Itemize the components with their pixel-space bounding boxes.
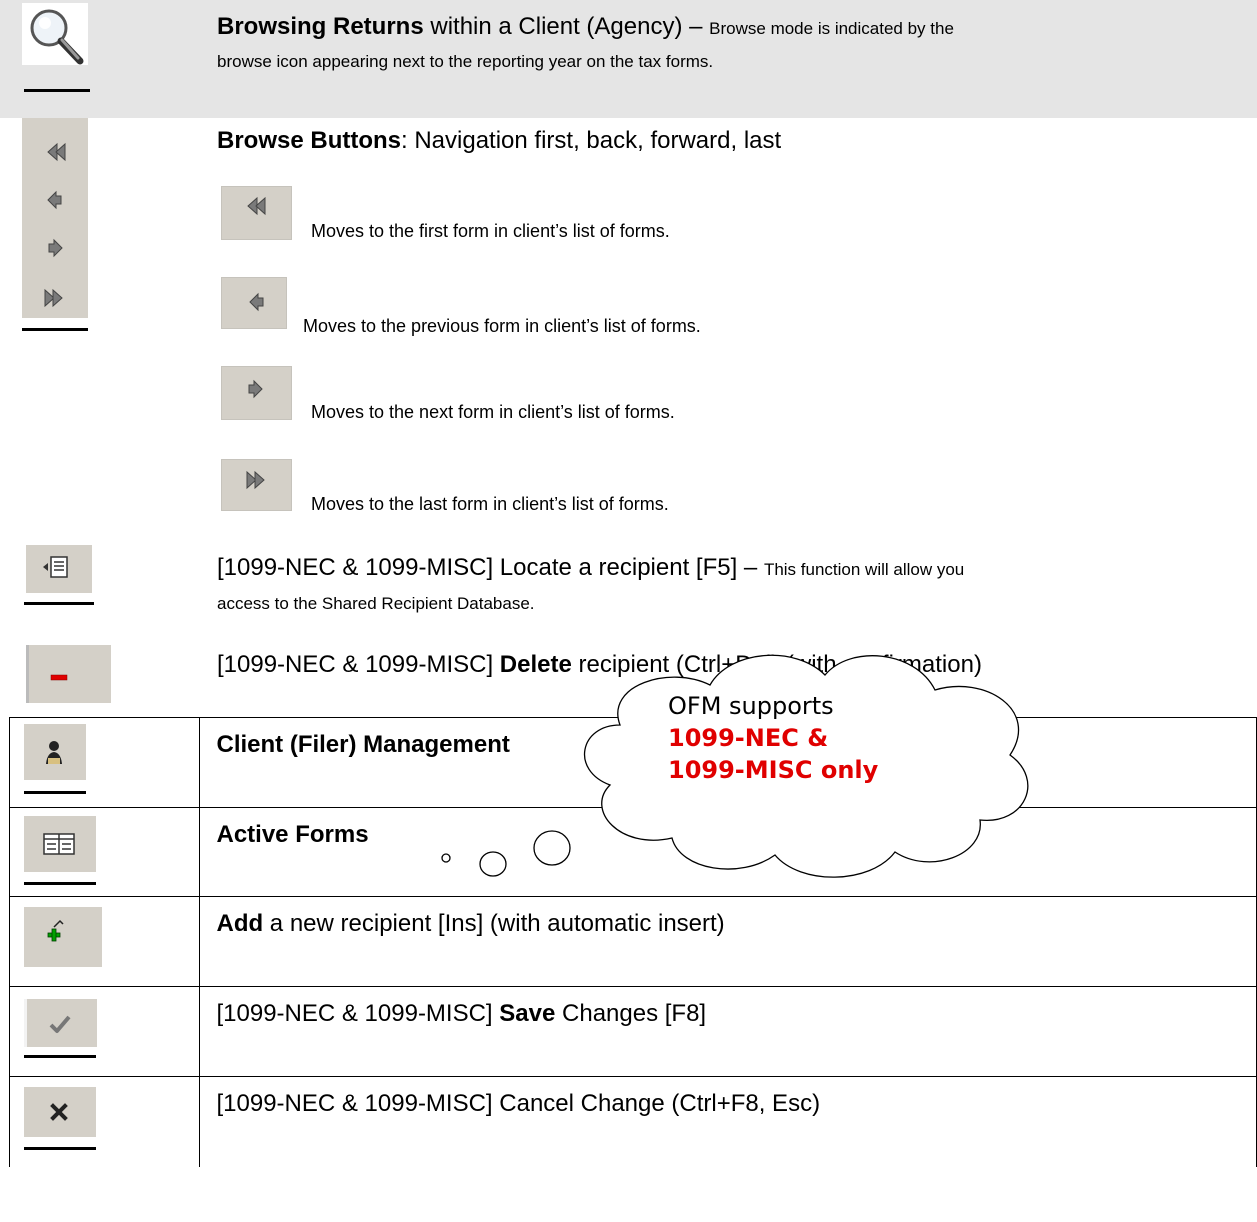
previous-icon bbox=[47, 190, 62, 210]
row-prefix: [1099-NEC & 1099-MISC] Cancel Change (Ct… bbox=[216, 1090, 821, 1117]
locate-recipient-icon bbox=[43, 556, 68, 578]
callout-text: OFM supports 1099-NEC & 1099-MISC only bbox=[668, 690, 878, 786]
browse-buttons-title-rest: : Navigation first, back, forward, last bbox=[401, 127, 782, 154]
icon-underline bbox=[24, 791, 86, 794]
last-button-description: Moves to the last form in client’s list … bbox=[311, 494, 669, 514]
active-forms-icon bbox=[43, 833, 75, 855]
icon-underline bbox=[22, 328, 88, 331]
icon-underline bbox=[24, 882, 96, 885]
table-icon-cell bbox=[8, 807, 201, 897]
table-icon-cell bbox=[8, 986, 201, 1077]
browse-title-bold: Browsing Returns bbox=[217, 13, 424, 40]
last-icon bbox=[44, 288, 63, 308]
check-icon bbox=[49, 1015, 71, 1033]
save-button[interactable] bbox=[24, 999, 97, 1047]
locate-line2: access to the Shared Recipient Database. bbox=[217, 594, 535, 613]
table-text-cell: [1099-NEC & 1099-MISC] Save Changes [F8] bbox=[199, 986, 1257, 1077]
browse-title: Browsing Returns within a Client (Agency… bbox=[217, 12, 954, 44]
first-button-description: Moves to the first form in client’s list… bbox=[311, 221, 670, 241]
table-icon-cell bbox=[8, 717, 201, 808]
locate-recipient-title: [1099-NEC & 1099-MISC] Locate a recipien… bbox=[217, 553, 964, 585]
first-icon bbox=[247, 196, 266, 216]
magnifier-icon[interactable] bbox=[22, 3, 88, 65]
table-text-cell: [1099-NEC & 1099-MISC] Cancel Change (Ct… bbox=[199, 1076, 1257, 1167]
icon-underline bbox=[24, 1055, 96, 1058]
locate-recipient-button[interactable] bbox=[26, 545, 92, 593]
minus-icon bbox=[50, 674, 68, 681]
table-row: Add a new recipient [Ins] (with automati… bbox=[8, 896, 1257, 987]
icon-underline bbox=[24, 602, 94, 605]
previous-button-description: Moves to the previous form in client’s l… bbox=[303, 316, 701, 336]
icon-underline bbox=[24, 89, 90, 92]
client-icon bbox=[46, 741, 62, 764]
previous-button[interactable] bbox=[221, 277, 287, 329]
callout-line3: 1099-MISC only bbox=[668, 756, 879, 784]
browse-buttons-stack bbox=[22, 118, 88, 318]
next-icon bbox=[248, 379, 263, 399]
first-button[interactable] bbox=[221, 186, 292, 240]
browse-buttons-title-bold: Browse Buttons bbox=[217, 127, 402, 154]
callout-line1: OFM supports bbox=[668, 692, 834, 720]
active-forms-button[interactable] bbox=[24, 816, 96, 872]
row-rest: a new recipient [Ins] (with automatic in… bbox=[263, 910, 725, 937]
table-icon-cell bbox=[8, 896, 201, 987]
callout-line2: 1099-NEC & bbox=[668, 724, 829, 752]
add-recipient-button[interactable] bbox=[24, 907, 102, 967]
browse-title-rest: within a Client (Agency) – bbox=[423, 13, 710, 40]
row-bold: Add bbox=[216, 910, 264, 937]
next-button[interactable] bbox=[221, 366, 292, 420]
row-bold: Active Forms bbox=[216, 821, 369, 848]
row-prefix: [1099-NEC & 1099-MISC] bbox=[216, 1000, 500, 1027]
last-icon bbox=[246, 470, 265, 490]
next-button-description: Moves to the next form in client’s list … bbox=[311, 402, 675, 422]
last-button[interactable] bbox=[221, 459, 292, 511]
client-button[interactable] bbox=[24, 724, 86, 780]
cancel-button[interactable] bbox=[24, 1087, 96, 1137]
browse-line2: browse icon appearing next to the report… bbox=[217, 52, 714, 71]
x-icon bbox=[50, 1103, 68, 1121]
delete-recipient-button[interactable] bbox=[26, 645, 111, 703]
table-icon-cell bbox=[8, 1076, 201, 1167]
table-row: [1099-NEC & 1099-MISC] Cancel Change (Ct… bbox=[8, 1076, 1257, 1167]
row-bold: Save bbox=[499, 1000, 556, 1027]
row-rest: Changes [F8] bbox=[555, 1000, 707, 1027]
table-row: [1099-NEC & 1099-MISC] Save Changes [F8] bbox=[8, 986, 1257, 1077]
icon-underline bbox=[24, 1147, 96, 1150]
add-icon bbox=[47, 919, 64, 942]
locate-title-small: This function will allow you bbox=[763, 560, 965, 579]
first-icon bbox=[47, 142, 66, 162]
previous-icon bbox=[249, 292, 264, 312]
table-text-cell: Add a new recipient [Ins] (with automati… bbox=[199, 896, 1257, 987]
browse-title-small: Browse mode is indicated by the bbox=[709, 19, 954, 38]
locate-title-text: [1099-NEC & 1099-MISC] Locate a recipien… bbox=[217, 554, 764, 581]
next-icon bbox=[48, 238, 63, 258]
browse-buttons-title: Browse Buttons: Navigation first, back, … bbox=[217, 126, 781, 156]
